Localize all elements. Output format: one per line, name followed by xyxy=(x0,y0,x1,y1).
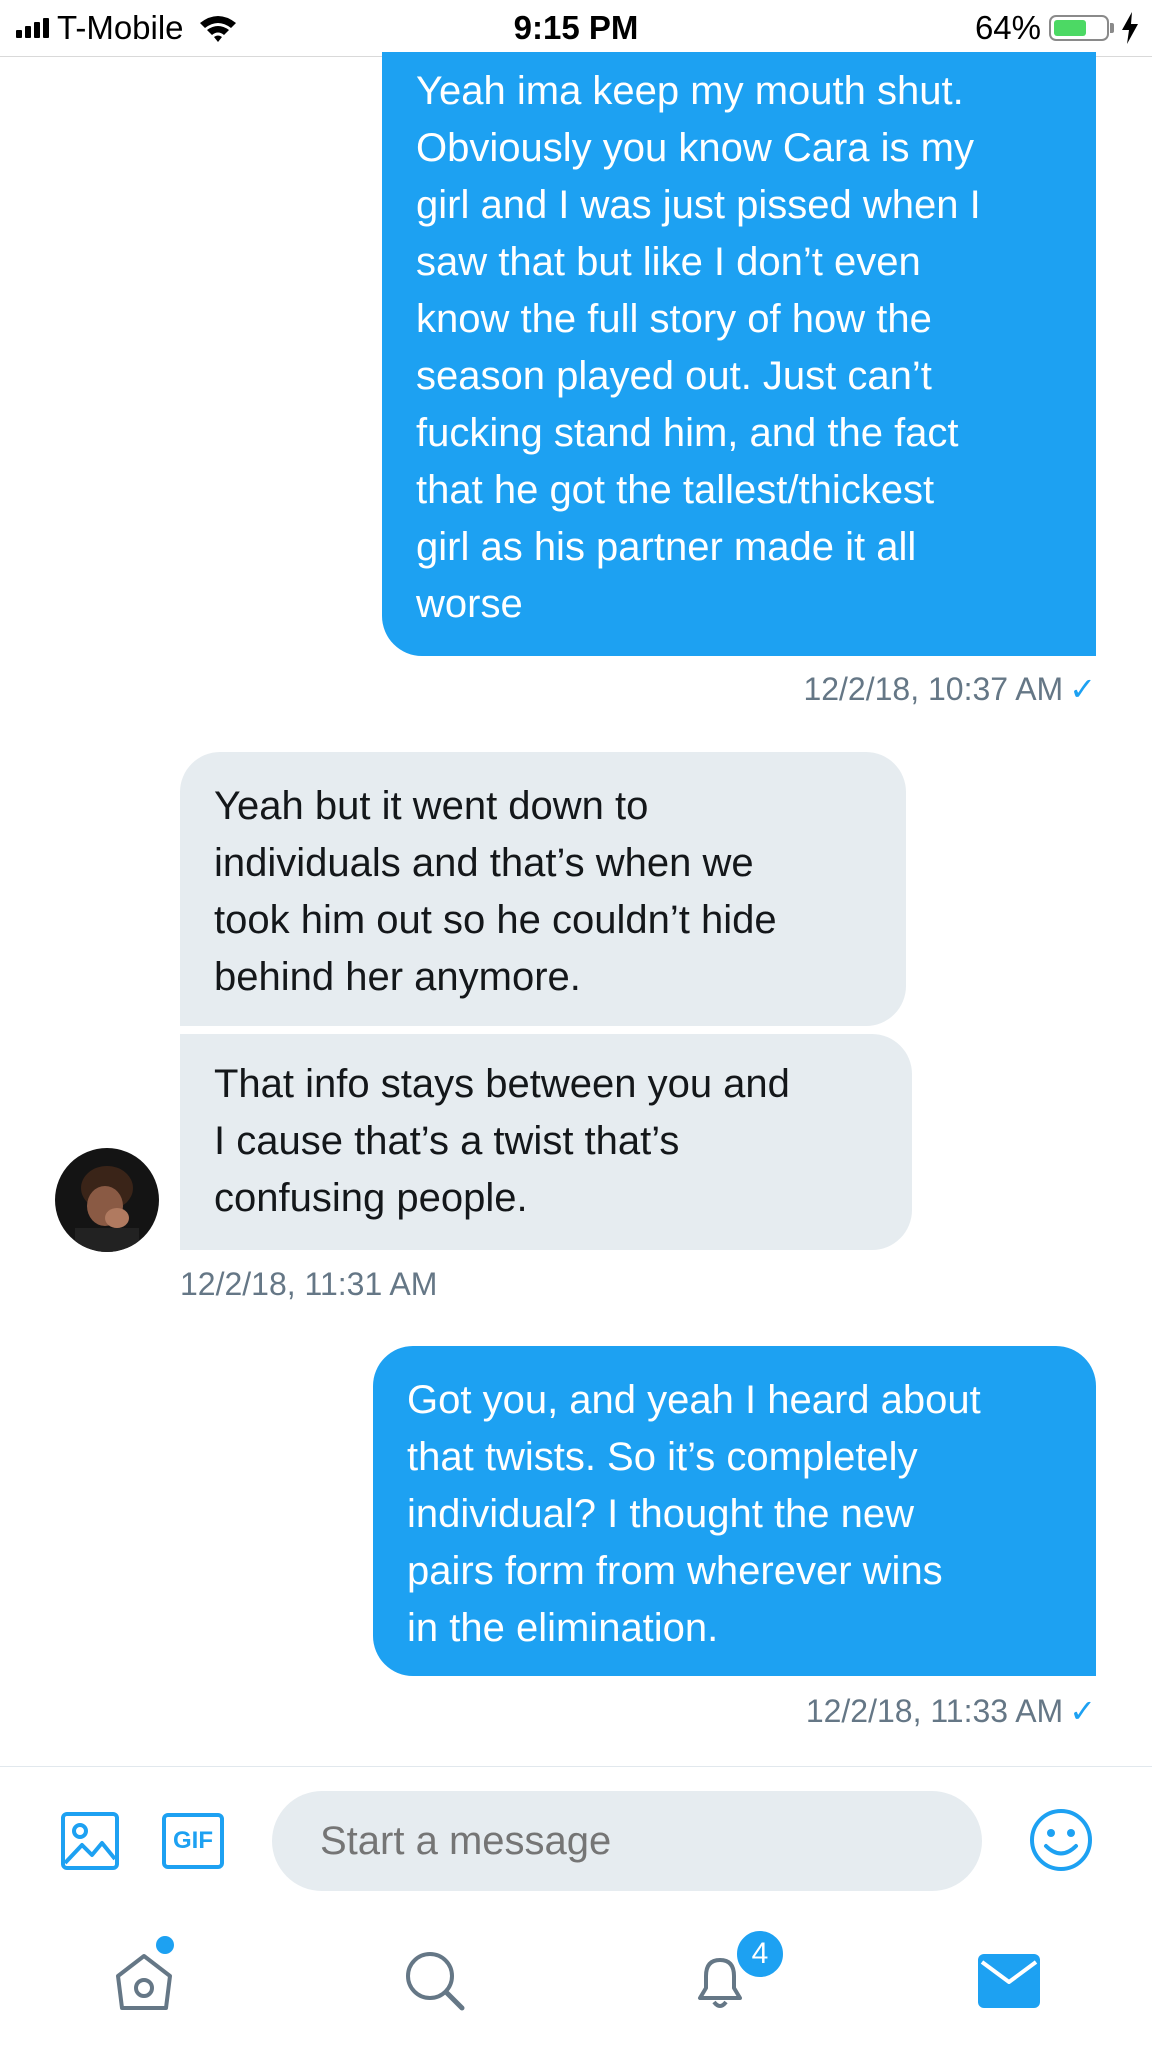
image-icon[interactable] xyxy=(60,1811,120,1876)
message-bubble-received[interactable]: That info stays between you and I cause … xyxy=(180,1034,912,1250)
read-check-icon: ✓ xyxy=(1069,671,1096,707)
charging-bolt-icon xyxy=(1122,12,1138,44)
tab-bar xyxy=(0,1912,1152,2048)
emoji-icon[interactable] xyxy=(1028,1807,1094,1878)
search-icon[interactable] xyxy=(402,1948,466,2017)
message-bubble-sent[interactable]: Got you, and yeah I heard about that twi… xyxy=(373,1346,1096,1676)
avatar[interactable] xyxy=(55,1148,159,1252)
message-composer: GIF xyxy=(0,1766,1152,1891)
message-bubble-sent[interactable]: Yeah ima keep my mouth shut. Obviously y… xyxy=(382,52,1096,656)
battery-icon xyxy=(1049,15,1109,41)
notifications-badge: 4 xyxy=(734,1928,786,1980)
status-bar: T-Mobile 9:15 PM 64% xyxy=(0,0,1152,57)
message-input[interactable] xyxy=(272,1791,982,1891)
message-bubble-received[interactable]: Yeah but it went down to individuals and… xyxy=(180,752,906,1026)
battery-percent: 64% xyxy=(974,9,1041,46)
message-timestamp: 12/2/18, 11:31 AM xyxy=(180,1266,438,1302)
message-timestamp: 12/2/18, 10:37 AM ✓ xyxy=(803,671,1096,707)
messages-icon[interactable] xyxy=(978,1954,1040,2013)
home-icon[interactable] xyxy=(112,1950,176,2019)
home-unread-dot xyxy=(156,1936,174,1954)
message-timestamp: 12/2/18, 11:33 AM ✓ xyxy=(805,1693,1096,1729)
gif-icon[interactable]: GIF xyxy=(162,1813,224,1869)
read-check-icon: ✓ xyxy=(1069,1693,1096,1729)
